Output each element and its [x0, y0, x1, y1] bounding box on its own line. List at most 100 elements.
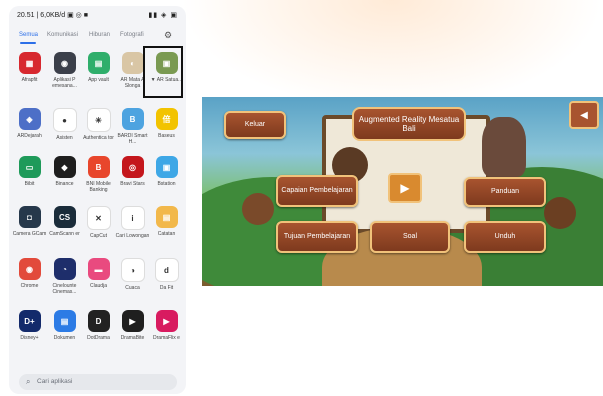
- app-icon: D+: [18, 310, 41, 332]
- app-label: Da Fit: [159, 285, 174, 291]
- app-icon: 倍: [155, 108, 178, 130]
- keluar-button[interactable]: Keluar: [224, 111, 286, 139]
- app-item[interactable]: ▶ DramaBite: [115, 310, 150, 347]
- app-icon: ✳: [86, 108, 111, 132]
- app-label: Disney+: [20, 335, 39, 341]
- app-grid: ▦ Afrapfit ◉ Aplikasi P emesana... ▤ App vaul…: [9, 52, 186, 372]
- app-item[interactable]: ◉ Aplikasi P emesana...: [47, 52, 82, 89]
- app-item[interactable]: ▶ DramaFlix e: [149, 310, 184, 347]
- app-icon: D: [87, 310, 110, 332]
- soal-button[interactable]: Soal: [370, 221, 450, 253]
- app-label: Bibit: [24, 181, 35, 187]
- app-item[interactable]: ◈ ARDejarah: [12, 108, 47, 145]
- app-item[interactable]: ◎ Bravi Stars: [115, 156, 150, 193]
- tab-hiburan[interactable]: Hiburan: [89, 32, 110, 38]
- search-bar[interactable]: ⌕ Cari aplikasi: [19, 374, 177, 390]
- background-glow: [180, 0, 603, 110]
- app-icon: ◔: [53, 258, 76, 280]
- highlight-box: [143, 46, 183, 98]
- category-tabs: Semua Komunikasi Hiburan Fotografi ⚙: [9, 30, 186, 44]
- app-label: Asisten: [56, 135, 73, 141]
- app-label: CapCut: [90, 233, 107, 239]
- app-label: Bstation: [157, 181, 176, 187]
- app-label: DramaBite: [120, 335, 145, 341]
- app-icon: ▶: [121, 310, 144, 332]
- capaian-pembelajaran-button[interactable]: Capaian Pembelajaran: [276, 175, 358, 207]
- app-icon: ▣: [155, 156, 178, 178]
- tab-komunikasi[interactable]: Komunikasi: [47, 32, 78, 38]
- app-icon: ◉: [18, 258, 41, 280]
- app-label: Dokumen: [53, 335, 76, 341]
- app-label: Claudja: [90, 283, 107, 289]
- app-label: Cinelounte Cinemas...: [52, 283, 77, 295]
- app-label: Cuaca: [125, 285, 140, 291]
- app-item[interactable]: ◑ Cuaca: [115, 258, 150, 297]
- app-label: Afrapfit: [21, 77, 38, 83]
- app-icon: ▬: [87, 258, 110, 280]
- tab-fotografi[interactable]: Fotografi: [120, 32, 144, 38]
- gear-icon[interactable]: ⚙: [164, 30, 172, 41]
- tujuan-pembelajaran-button[interactable]: Tujuan Pembelajaran: [276, 221, 358, 253]
- character-girl-left: [242, 193, 274, 225]
- app-item[interactable]: ✳ Authentica tor: [81, 108, 116, 147]
- app-icon: B: [87, 156, 110, 178]
- app-item[interactable]: ◆ Binance: [47, 156, 82, 193]
- app-item[interactable]: ▤ Dokumen: [47, 310, 82, 347]
- app-item[interactable]: ✕ CapCut: [81, 206, 116, 245]
- app-item[interactable]: d Da Fit: [149, 258, 184, 297]
- app-label: Camera GCam: [12, 231, 47, 237]
- app-icon: ▤: [87, 52, 110, 74]
- app-item[interactable]: D+ Disney+: [12, 310, 47, 347]
- app-icon: ▤: [53, 310, 76, 332]
- app-item[interactable]: CS CamScann er: [47, 206, 82, 243]
- app-label: ARDejarah: [17, 133, 42, 139]
- app-icon: ▶: [155, 310, 178, 332]
- app-icon: ▤: [155, 206, 178, 228]
- app-icon: d: [154, 258, 179, 282]
- app-item[interactable]: B BNI Mobile Banking: [81, 156, 116, 193]
- app-label: Aplikasi P emesana...: [52, 77, 77, 89]
- status-left: 20.51 | 6,0KB/d ▣ ◎ ■: [17, 12, 88, 19]
- app-item[interactable]: ◘ Camera GCam: [12, 206, 47, 243]
- game-title: Augmented Reality Mesatua Bali: [352, 107, 466, 141]
- app-label: Baseus: [158, 133, 175, 139]
- app-item[interactable]: ◉ Chrome: [12, 258, 47, 295]
- app-item[interactable]: ▦ Afrapfit: [12, 52, 47, 89]
- status-right: ▮▮ ◈ ▣: [148, 12, 178, 19]
- app-icon: B: [121, 108, 144, 130]
- app-label: BARDI Smart H...: [117, 133, 148, 145]
- app-item[interactable]: ▭ Bibit: [12, 156, 47, 193]
- app-item[interactable]: ● Asisten: [47, 108, 82, 147]
- app-icon: CS: [53, 206, 76, 228]
- app-label: App vault: [88, 77, 109, 83]
- app-item[interactable]: ▬ Claudja: [81, 258, 116, 295]
- tab-underline: [20, 42, 36, 44]
- app-icon: ●: [52, 108, 77, 132]
- app-item[interactable]: i Cari Lowongan: [115, 206, 150, 245]
- app-icon: ◑: [120, 258, 145, 282]
- app-icon: ◘: [18, 206, 41, 228]
- panduan-button[interactable]: Panduan: [464, 177, 546, 207]
- unduh-button[interactable]: Unduh: [464, 221, 546, 253]
- speaker-icon[interactable]: ◀: [569, 101, 599, 129]
- app-item[interactable]: ▤ App vault: [81, 52, 116, 89]
- search-icon: ⌕: [26, 377, 31, 386]
- app-item[interactable]: ◔ Cinelounte Cinemas...: [47, 258, 82, 295]
- app-label: Chrome: [20, 283, 39, 289]
- app-item[interactable]: D DotDrama: [81, 310, 116, 347]
- app-icon: ◎: [121, 156, 144, 178]
- app-item[interactable]: B BARDI Smart H...: [115, 108, 150, 145]
- app-icon: ◈: [18, 108, 41, 130]
- tab-semua[interactable]: Semua: [19, 32, 38, 38]
- app-icon: i: [120, 206, 145, 230]
- app-label: Binance: [55, 181, 74, 187]
- app-item[interactable]: ▤ Catatan: [149, 206, 184, 243]
- app-label: DramaFlix e: [153, 335, 180, 341]
- app-item[interactable]: ▣ Bstation: [149, 156, 184, 193]
- search-input[interactable]: Cari aplikasi: [37, 378, 72, 385]
- app-icon: ◉: [53, 52, 76, 74]
- app-item[interactable]: 倍 Baseus: [149, 108, 184, 145]
- play-icon[interactable]: ▶: [388, 173, 422, 203]
- app-icon: ✕: [86, 206, 111, 230]
- app-label: Bravi Stars: [120, 181, 145, 187]
